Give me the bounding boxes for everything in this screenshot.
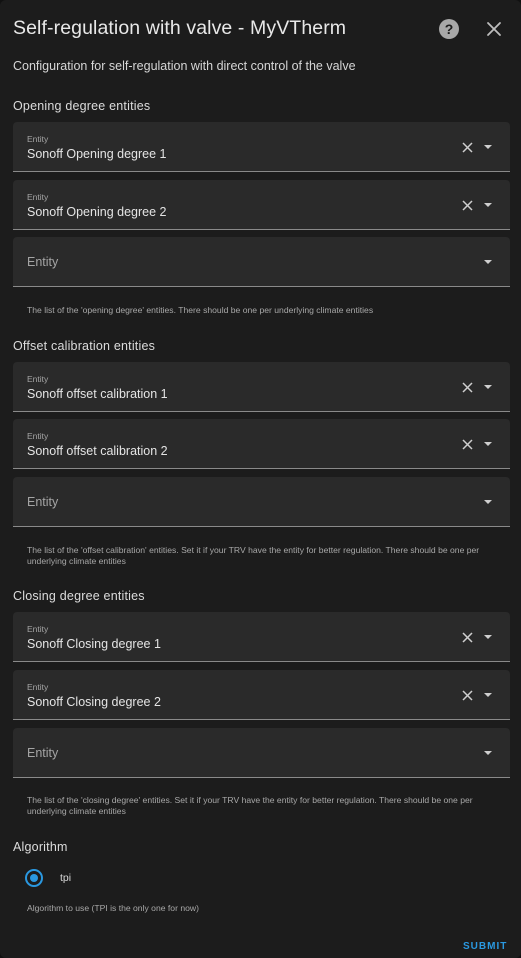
closing-section-title: Closing degree entities [13, 589, 145, 603]
radio-selected-dot [30, 874, 38, 882]
close-icon[interactable] [486, 21, 502, 37]
clear-icon[interactable] [462, 382, 473, 393]
opening-entity-field-1[interactable]: Entity Sonoff Opening degree 1 [13, 122, 510, 172]
chevron-down-icon[interactable] [484, 693, 492, 697]
field-placeholder: Entity [27, 495, 59, 509]
clear-icon[interactable] [462, 439, 473, 450]
field-label: Entity [27, 374, 49, 384]
field-label: Entity [27, 431, 49, 441]
offset-entity-field-empty[interactable]: Entity [13, 477, 510, 527]
offset-helper-text: The list of the 'offset calibration' ent… [27, 545, 480, 566]
clear-icon[interactable] [462, 690, 473, 701]
tpi-radio-button[interactable] [25, 869, 43, 887]
field-value: Sonoff Closing degree 2 [27, 695, 161, 709]
field-value: Sonoff Opening degree 1 [27, 147, 167, 161]
field-label: Entity [27, 134, 49, 144]
chevron-down-icon[interactable] [484, 145, 492, 149]
offset-entity-field-1[interactable]: Entity Sonoff offset calibration 1 [13, 362, 510, 412]
chevron-down-icon[interactable] [484, 385, 492, 389]
clear-icon[interactable] [462, 200, 473, 211]
closing-entity-field-empty[interactable]: Entity [13, 728, 510, 778]
field-value: Sonoff offset calibration 2 [27, 444, 168, 458]
submit-button[interactable]: SUBMIT [463, 941, 507, 952]
opening-entity-field-empty[interactable]: Entity [13, 237, 510, 287]
field-placeholder: Entity [27, 746, 59, 760]
closing-helper-text: The list of the 'closing degree' entitie… [27, 795, 473, 816]
opening-section-title: Opening degree entities [13, 99, 151, 113]
help-icon[interactable]: ? [439, 19, 459, 39]
clear-icon[interactable] [462, 142, 473, 153]
chevron-down-icon[interactable] [484, 203, 492, 207]
algorithm-helper-text: Algorithm to use (TPI is the only one fo… [27, 903, 199, 913]
field-label: Entity [27, 624, 49, 634]
offset-section-title: Offset calibration entities [13, 339, 156, 353]
dialog-title: Self-regulation with valve - MyVTherm [13, 17, 347, 39]
field-label: Entity [27, 192, 49, 202]
opening-entity-field-2[interactable]: Entity Sonoff Opening degree 2 [13, 180, 510, 230]
field-label: Entity [27, 682, 49, 692]
chevron-down-icon[interactable] [484, 635, 492, 639]
field-value: Sonoff Closing degree 1 [27, 637, 161, 651]
field-value: Sonoff Opening degree 2 [27, 205, 167, 219]
chevron-down-icon[interactable] [484, 442, 492, 446]
algorithm-section-title: Algorithm [13, 840, 68, 854]
config-dialog: Self-regulation with valve - MyVTherm ? … [0, 0, 521, 958]
chevron-down-icon[interactable] [484, 751, 492, 755]
field-placeholder: Entity [27, 255, 59, 269]
closing-entity-field-1[interactable]: Entity Sonoff Closing degree 1 [13, 612, 510, 662]
clear-icon[interactable] [462, 632, 473, 643]
closing-entity-field-2[interactable]: Entity Sonoff Closing degree 2 [13, 670, 510, 720]
chevron-down-icon[interactable] [484, 260, 492, 264]
offset-entity-field-2[interactable]: Entity Sonoff offset calibration 2 [13, 419, 510, 469]
opening-helper-text: The list of the 'opening degree' entitie… [27, 305, 374, 315]
tpi-radio-label[interactable]: tpi [60, 872, 71, 884]
field-value: Sonoff offset calibration 1 [27, 387, 168, 401]
dialog-description: Configuration for self-regulation with d… [13, 59, 356, 73]
chevron-down-icon[interactable] [484, 500, 492, 504]
